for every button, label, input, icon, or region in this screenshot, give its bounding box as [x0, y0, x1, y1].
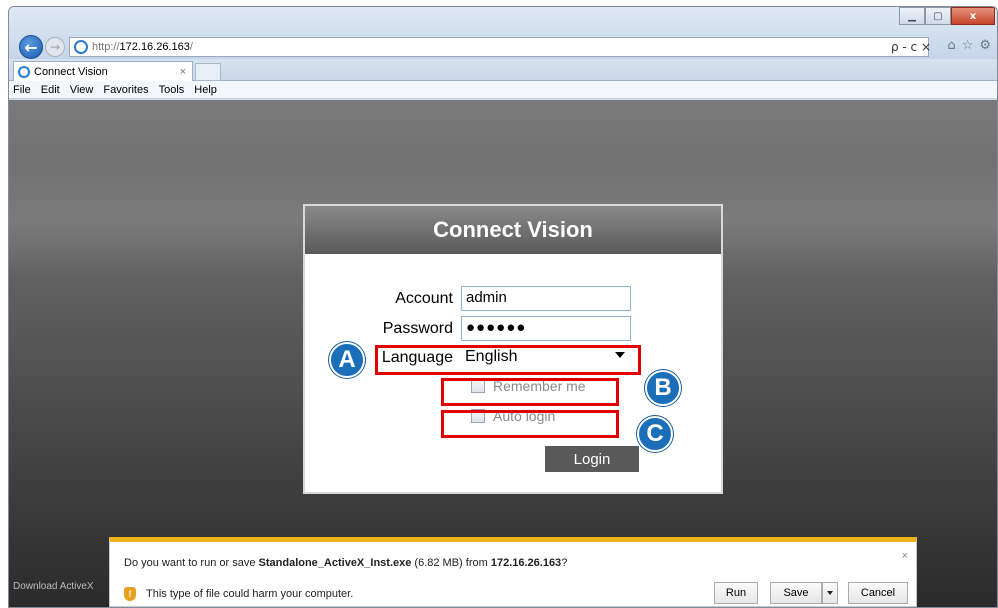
menu-help[interactable]: Help [194, 84, 217, 96]
download-warning-text: This type of file could harm your comput… [146, 588, 354, 600]
star-icon[interactable]: ☆ [962, 38, 974, 53]
download-warning: ! This type of file could harm your comp… [124, 587, 353, 601]
run-button[interactable]: Run [714, 582, 758, 604]
callout-c: C [637, 416, 673, 452]
minimize-button[interactable]: ▁ [899, 7, 925, 25]
url-tools[interactable]: ρ - c × [891, 37, 931, 57]
menu-file[interactable]: File [13, 84, 31, 96]
tab-close-icon[interactable]: × [180, 66, 186, 78]
toolbar-right-icons: ⌂ ☆ ⚙ [947, 38, 991, 53]
download-notification-bar: Do you want to run or save Standalone_Ac… [109, 537, 917, 607]
download-source-host: 172.16.26.163 [490, 557, 562, 569]
browser-window: ▁ ▢ x ← → http:// 172.16.26.163 / ρ - c … [8, 6, 998, 608]
url-path: / [189, 41, 193, 53]
password-field[interactable]: ●●●●●● [461, 316, 631, 341]
account-label: Account [395, 290, 453, 307]
login-header: Connect Vision [305, 206, 721, 254]
annotation-box-a [375, 345, 641, 375]
close-window-button[interactable]: x [951, 7, 995, 25]
url-host: 172.16.26.163 [119, 41, 190, 53]
chevron-down-icon [827, 591, 833, 595]
password-label: Password [382, 320, 453, 337]
menu-favorites[interactable]: Favorites [103, 84, 148, 96]
search-refresh-stop-icons[interactable]: ρ - c × [891, 40, 931, 54]
annotation-box-c [441, 410, 619, 438]
menu-bar: File Edit View Favorites Tools Help [9, 81, 997, 99]
download-question: Do you want to run or save Standalone_Ac… [124, 557, 567, 569]
window-controls: ▁ ▢ x [899, 7, 995, 25]
maximize-button[interactable]: ▢ [925, 7, 951, 25]
forward-button[interactable]: → [45, 37, 65, 57]
download-close-button[interactable]: × [902, 550, 908, 562]
callout-a: A [329, 342, 365, 378]
address-bar-area: ▁ ▢ x ← → http:// 172.16.26.163 / ρ - c … [9, 7, 997, 59]
annotation-box-b [441, 378, 619, 406]
download-question-prefix: Do you want to run or save [124, 557, 259, 569]
url-input[interactable]: http:// 172.16.26.163 / [69, 37, 929, 57]
back-button[interactable]: ← [19, 35, 43, 59]
forward-arrow-icon: → [49, 40, 61, 54]
url-protocol: http:// [92, 41, 120, 53]
login-button[interactable]: Login [545, 446, 639, 472]
save-options-button[interactable] [822, 582, 838, 604]
status-text: Download ActiveX [13, 581, 94, 592]
new-tab-button[interactable] [195, 63, 221, 81]
home-icon[interactable]: ⌂ [947, 38, 955, 53]
account-field[interactable]: admin [461, 286, 631, 311]
download-file-name: Standalone_ActiveX_Inst.exe [258, 557, 412, 569]
menu-view[interactable]: View [70, 84, 94, 96]
page-content: Connect Vision Account admin Password ●●… [9, 100, 997, 607]
callout-b: B [645, 370, 681, 406]
tab-title: Connect Vision [34, 65, 108, 78]
warning-shield-icon: ! [124, 587, 136, 601]
save-button[interactable]: Save [770, 582, 822, 604]
gear-icon[interactable]: ⚙ [979, 38, 991, 53]
menu-edit[interactable]: Edit [41, 84, 60, 96]
tab-row: Connect Vision × [9, 59, 997, 81]
back-arrow-icon: ← [24, 37, 38, 57]
download-question-suffix: ? [561, 557, 568, 569]
login-title: Connect Vision [433, 217, 593, 242]
menu-tools[interactable]: Tools [159, 84, 185, 96]
cancel-button[interactable]: Cancel [848, 582, 908, 604]
ie-icon [18, 65, 30, 78]
ie-icon [74, 40, 88, 54]
tab-connect-vision[interactable]: Connect Vision × [13, 61, 193, 81]
download-size: (6.82 MB) from [411, 557, 491, 569]
